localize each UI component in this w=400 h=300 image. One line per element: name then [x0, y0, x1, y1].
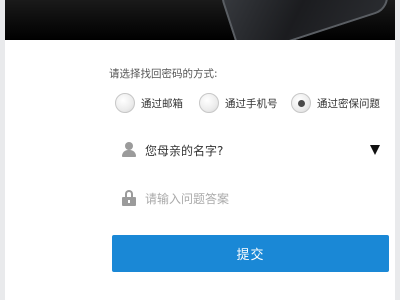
- radio-phone[interactable]: [199, 93, 219, 113]
- option-security-question[interactable]: 通过密保问题: [291, 92, 380, 114]
- recovery-method-options: 通过邮箱 通过手机号 通过密保问题: [115, 92, 395, 114]
- option-email[interactable]: 通过邮箱: [115, 92, 183, 114]
- option-phone-label: 通过手机号: [225, 97, 278, 110]
- security-answer-placeholder[interactable]: 请输入问题答案: [145, 190, 229, 207]
- radio-security-question[interactable]: [291, 93, 311, 113]
- phone-image: [217, 0, 393, 40]
- radio-email[interactable]: [115, 93, 135, 113]
- option-security-question-label: 通过密保问题: [317, 97, 380, 110]
- recovery-card: 请选择找回密码的方式: 通过邮箱 通过手机号 通过密保问题 您母亲的名字? 请输…: [5, 0, 395, 300]
- security-answer-field[interactable]: 请输入问题答案: [122, 187, 392, 209]
- option-email-label: 通过邮箱: [141, 97, 183, 110]
- option-phone[interactable]: 通过手机号: [199, 92, 278, 114]
- submit-button[interactable]: 提交: [112, 235, 389, 272]
- recovery-method-prompt: 请选择找回密码的方式:: [109, 68, 218, 80]
- lock-icon: [122, 190, 136, 206]
- dropdown-arrow-icon[interactable]: [370, 145, 380, 155]
- person-icon: [122, 142, 136, 158]
- security-question-select[interactable]: 您母亲的名字?: [122, 139, 392, 161]
- security-question-value: 您母亲的名字?: [145, 143, 224, 158]
- hero-banner: [5, 0, 395, 40]
